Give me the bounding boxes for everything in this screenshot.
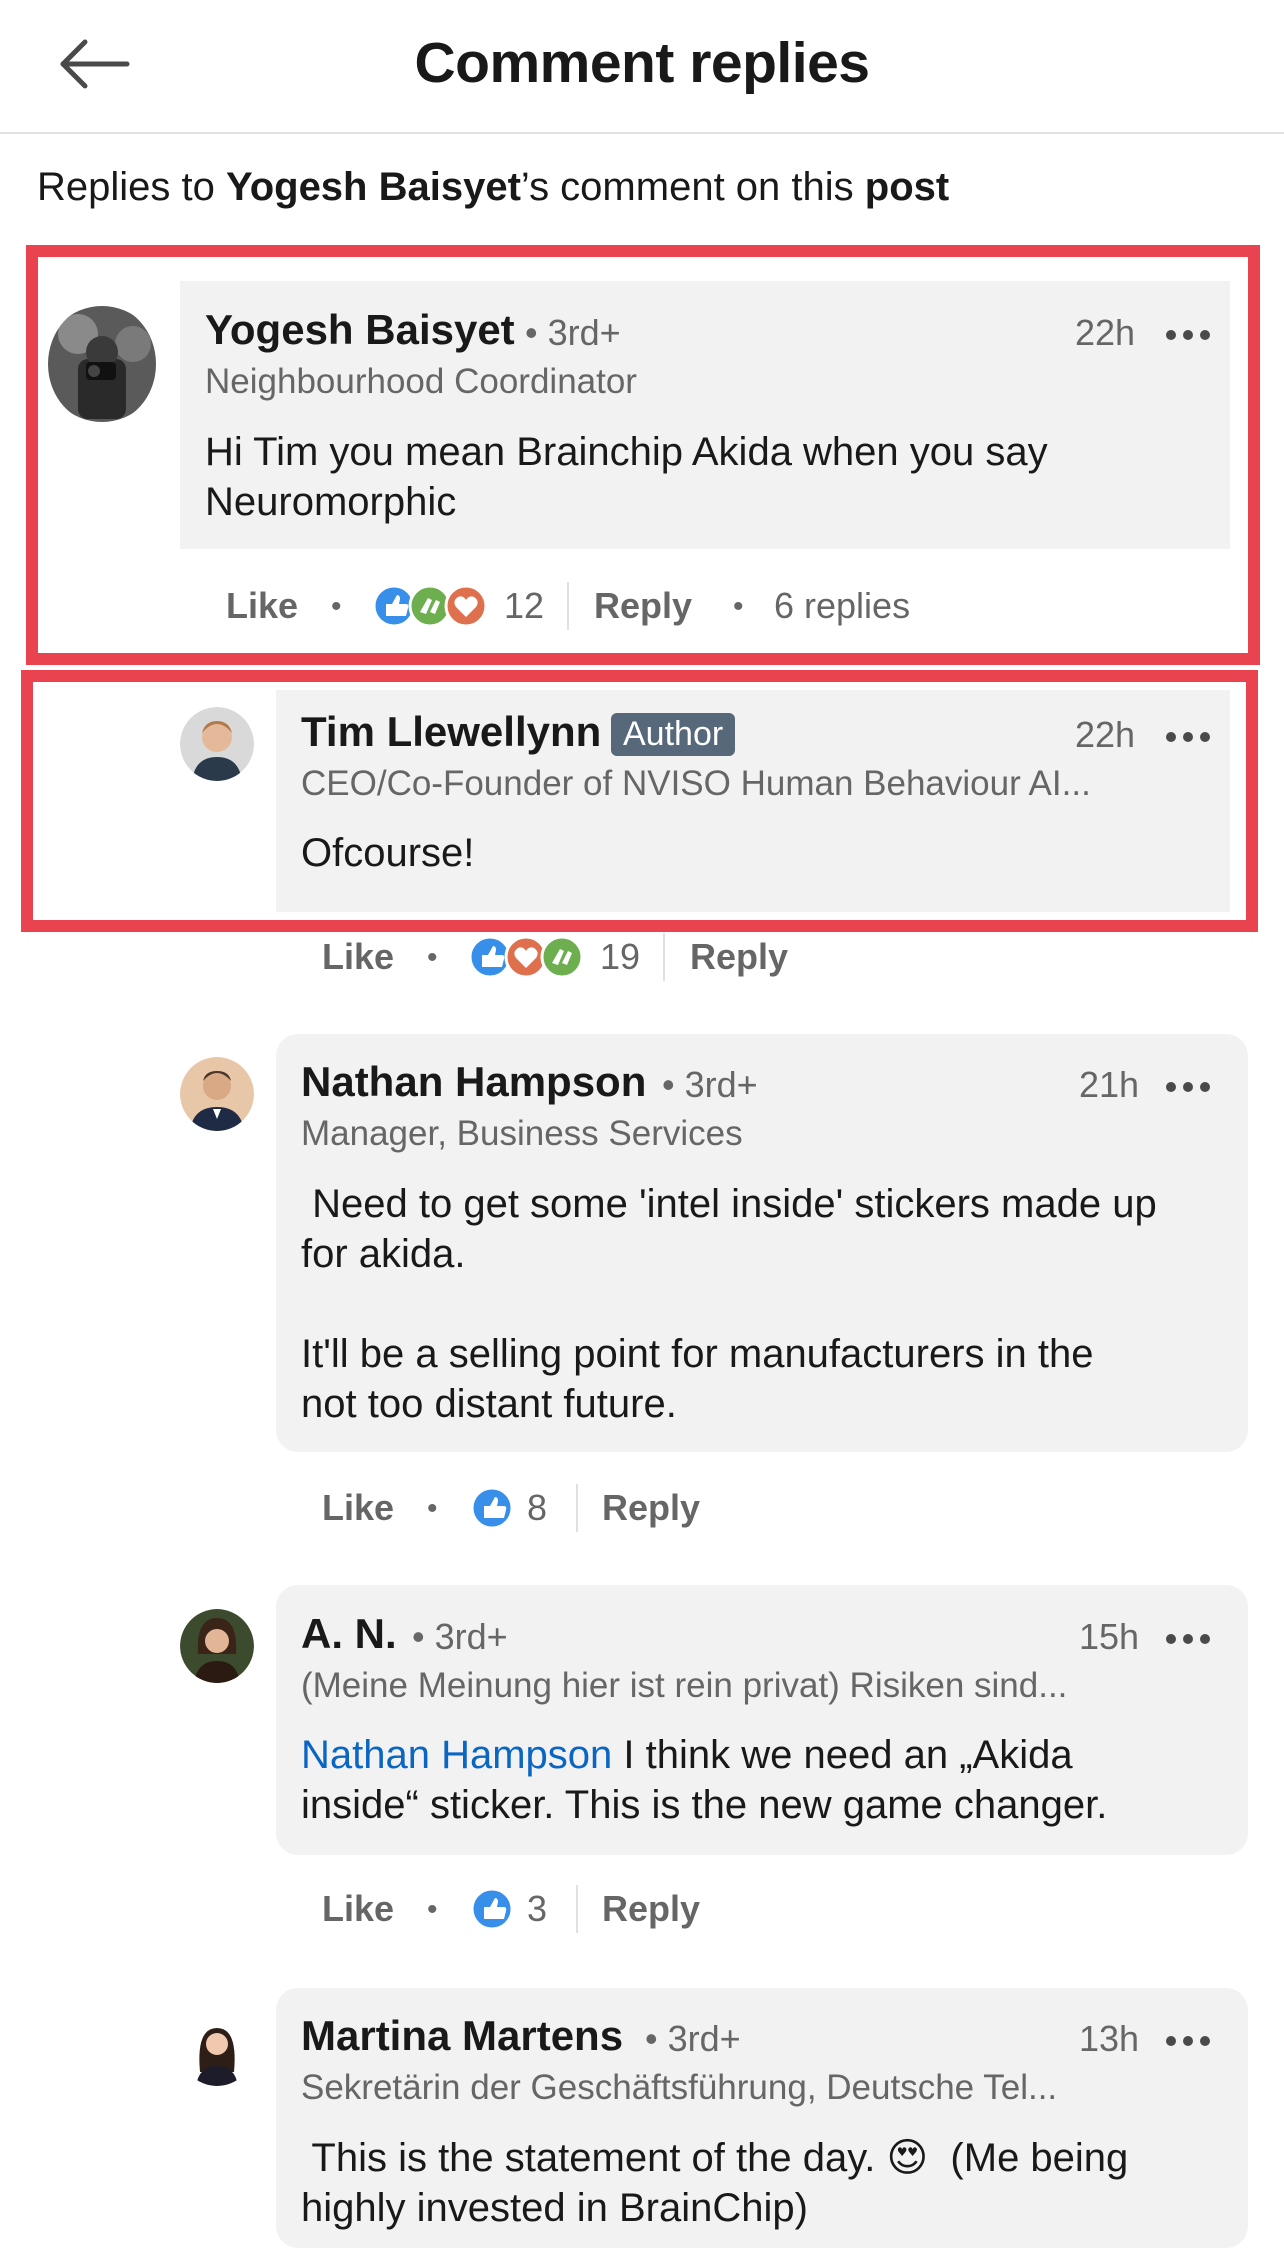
comment-text-fragment: This is the statement of the day. xyxy=(301,2136,887,2180)
comment-text-line: Need to get some 'intel inside' stickers… xyxy=(301,1182,1157,1226)
more-options-icon[interactable] xyxy=(1165,2034,1211,2053)
connection-degree: • 3rd+ xyxy=(662,1064,758,1105)
commenter-name[interactable]: A. N. xyxy=(301,1610,397,1658)
separator-dot: • xyxy=(427,1492,438,1525)
subhead-post-link[interactable]: post xyxy=(865,165,949,209)
reaction-count[interactable]: 19 xyxy=(600,936,640,978)
comment-text-fragment: (Me being xyxy=(928,2136,1129,2180)
avatar-an[interactable] xyxy=(180,1609,254,1683)
commenter-name[interactable]: Martina Martens xyxy=(301,2012,623,2060)
separator-dot: • xyxy=(427,1893,438,1926)
subhead-author[interactable]: Yogesh Baisyet xyxy=(226,165,521,209)
comment-text-line: It'll be a selling point for manufacture… xyxy=(301,1332,1094,1376)
reaction-count[interactable]: 8 xyxy=(527,1487,547,1529)
reply-button[interactable]: Reply xyxy=(602,1888,700,1930)
subhead-middle: ’s comment on this xyxy=(520,165,865,209)
like-button[interactable]: Like xyxy=(322,1487,394,1529)
comment-timestamp: 21h xyxy=(1079,1064,1140,1105)
heart-eyes-emoji: 😍 xyxy=(886,2136,929,2180)
comment-text-line: highly invested in BrainChip) xyxy=(301,2186,808,2230)
reaction-count[interactable]: 3 xyxy=(527,1888,547,1930)
like-reaction-icon[interactable] xyxy=(468,1885,516,1933)
comment-timestamp: 15h xyxy=(1079,1616,1140,1657)
connection-degree: • 3rd+ xyxy=(645,2018,741,2059)
mention-link[interactable]: Nathan Hampson xyxy=(301,1733,612,1777)
comment-timestamp: 13h xyxy=(1079,2018,1140,2059)
comment-text-line: inside“ sticker. This is the new game ch… xyxy=(301,1783,1108,1827)
like-button[interactable]: Like xyxy=(322,936,394,978)
like-reaction-icon[interactable] xyxy=(468,1484,516,1532)
action-divider xyxy=(576,1885,578,1933)
commenter-headline: (Meine Meinung hier ist rein privat) Ris… xyxy=(301,1666,1068,1705)
commenter-name[interactable]: Nathan Hampson xyxy=(301,1058,646,1106)
avatar-nathan[interactable] xyxy=(180,1057,254,1131)
reaction-icons[interactable] xyxy=(468,933,588,981)
reply-button[interactable]: Reply xyxy=(690,936,788,978)
page-title: Comment replies xyxy=(414,31,870,95)
commenter-headline: Manager, Business Services xyxy=(301,1114,743,1153)
highlight-box-parent-comment xyxy=(26,245,1260,665)
avatar-martina[interactable] xyxy=(180,2012,254,2086)
separator-dot: • xyxy=(427,941,438,974)
like-button[interactable]: Like xyxy=(322,1888,394,1930)
subhead-prefix: Replies to xyxy=(37,165,226,209)
more-options-icon[interactable] xyxy=(1165,1632,1211,1651)
action-divider xyxy=(576,1484,578,1532)
highlight-box-author-reply xyxy=(21,670,1258,932)
comment-text-line: This is the statement of the day. 😍 (Me … xyxy=(301,2133,1128,2183)
comment-text-line: for akida. xyxy=(301,1232,466,1276)
comment-text-fragment: I think we need an „Akida xyxy=(612,1733,1073,1777)
comment-text-line: Nathan Hampson I think we need an „Akida xyxy=(301,1730,1073,1780)
connection-degree: • 3rd+ xyxy=(412,1616,508,1657)
reply-button[interactable]: Reply xyxy=(602,1487,700,1529)
action-divider xyxy=(663,933,665,981)
commenter-headline: Sekretärin der Geschäftsführung, Deutsch… xyxy=(301,2068,1058,2107)
comment-text-line: not too distant future. xyxy=(301,1382,677,1426)
more-options-icon[interactable] xyxy=(1165,1080,1211,1099)
replies-subheading: Replies to Yogesh Baisyet’s comment on t… xyxy=(37,165,949,210)
